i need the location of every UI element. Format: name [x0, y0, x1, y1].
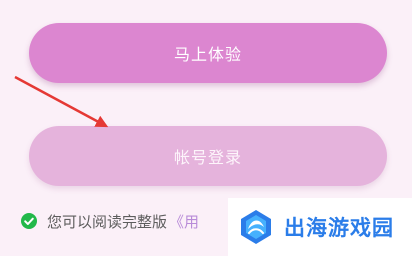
- watermark-logo-icon: [241, 210, 271, 244]
- agreement-row: 您可以阅读完整版 《用: [21, 209, 199, 233]
- check-circle-icon[interactable]: [21, 213, 37, 229]
- agreement-link[interactable]: 《用: [169, 211, 199, 232]
- watermark: 出海游戏园: [228, 198, 412, 256]
- agreement-text: 您可以阅读完整版: [47, 212, 168, 231]
- account-login-button[interactable]: 帐号登录: [29, 126, 387, 186]
- experience-now-button[interactable]: 马上体验: [29, 23, 387, 83]
- account-login-label: 帐号登录: [173, 148, 242, 167]
- watermark-text: 出海游戏园: [284, 216, 394, 240]
- experience-now-label: 马上体验: [173, 45, 242, 64]
